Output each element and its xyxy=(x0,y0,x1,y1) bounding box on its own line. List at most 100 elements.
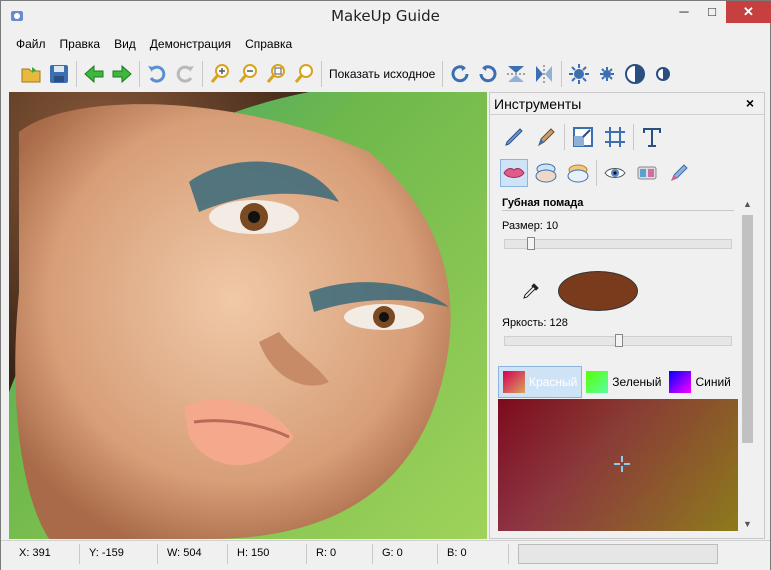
brightness-value: 128 xyxy=(549,317,568,329)
status-x: X: 391 xyxy=(19,547,51,559)
scrollbar-thumb[interactable] xyxy=(742,215,753,443)
menu-view[interactable]: Вид xyxy=(107,34,143,56)
zoom-fit-icon xyxy=(266,64,285,83)
tab-green-label: Зеленый xyxy=(612,375,662,389)
brightness-up-button[interactable] xyxy=(568,63,590,85)
toolbar-separator xyxy=(442,61,444,87)
mascara-pencil-icon xyxy=(671,164,688,181)
undo-button[interactable] xyxy=(146,63,168,85)
photo-canvas[interactable] xyxy=(9,92,487,539)
undo-icon xyxy=(148,65,166,83)
brightness-slider-thumb[interactable] xyxy=(615,334,623,347)
section-title: Губная помада xyxy=(502,197,584,209)
open-button[interactable] xyxy=(20,63,42,85)
red-gradient-icon xyxy=(503,371,525,393)
tools-panel-close-button[interactable]: × xyxy=(746,95,754,111)
blue-gradient-icon xyxy=(669,371,692,393)
tab-red[interactable]: Красный xyxy=(498,366,583,398)
size-slider-thumb[interactable] xyxy=(527,237,535,250)
status-divider xyxy=(306,544,307,564)
tab-red-label: Красный xyxy=(529,375,578,389)
arrow-right-icon xyxy=(112,64,132,84)
brightness-slider[interactable] xyxy=(504,334,732,347)
section-divider xyxy=(502,210,734,211)
tool-resize[interactable] xyxy=(569,123,597,151)
tool-pencil[interactable] xyxy=(500,123,528,151)
rotate-cw-button[interactable] xyxy=(449,63,471,85)
save-button[interactable] xyxy=(48,63,70,85)
tool-brush[interactable] xyxy=(532,123,560,151)
tab-blue[interactable]: Синий xyxy=(665,366,734,398)
eyedropper-icon[interactable] xyxy=(520,282,540,302)
contrast-up-button[interactable] xyxy=(624,63,646,85)
tab-blue-label: Синий xyxy=(695,375,731,389)
eye-icon xyxy=(604,168,626,178)
tools-panel-header: Инструменты × xyxy=(490,93,764,115)
scroll-down-icon[interactable]: ▼ xyxy=(740,519,755,533)
menu-edit[interactable]: Правка xyxy=(53,34,108,56)
contrast-small-icon xyxy=(656,67,671,81)
close-button[interactable]: ✕ xyxy=(726,1,771,23)
tool-eyeshadow[interactable] xyxy=(633,159,661,187)
zoom-actual-button[interactable] xyxy=(293,63,315,85)
sun-small-icon xyxy=(600,67,615,81)
toolbar-separator xyxy=(139,61,140,87)
tool-mascara[interactable] xyxy=(665,159,693,187)
zoom-fit-button[interactable] xyxy=(265,63,287,85)
redo-button[interactable] xyxy=(174,63,196,85)
forward-button[interactable] xyxy=(111,63,133,85)
size-slider[interactable] xyxy=(504,237,732,250)
window-title: MakeUp Guide xyxy=(331,7,440,25)
minimize-button[interactable]: ─ xyxy=(671,1,697,23)
panel-scrollbar[interactable]: ▲ ▼ xyxy=(740,199,755,533)
zoom-in-button[interactable] xyxy=(209,63,231,85)
toolbar: Показать исходное xyxy=(9,57,764,91)
rotate-ccw-button[interactable] xyxy=(477,63,499,85)
menu-demo[interactable]: Демонстрация xyxy=(143,34,238,56)
zoom-out-button[interactable] xyxy=(237,63,259,85)
menu-help[interactable]: Справка xyxy=(238,34,299,56)
scroll-up-icon[interactable]: ▲ xyxy=(740,199,755,213)
brightness-down-button[interactable] xyxy=(596,63,618,85)
tab-green[interactable]: Зеленый xyxy=(582,366,665,398)
status-blue: B: 0 xyxy=(447,547,467,559)
contrast-down-button[interactable] xyxy=(652,63,674,85)
rotate-ccw-icon xyxy=(479,65,497,83)
maximize-button[interactable]: □ xyxy=(699,1,725,23)
menu-file[interactable]: Файл xyxy=(9,34,53,56)
status-divider xyxy=(508,544,509,564)
status-bar: X: 391 Y: -159 W: 504 H: 150 R: 0 G: 0 B… xyxy=(1,540,770,570)
flip-horizontal-icon xyxy=(536,65,553,83)
panel-separator xyxy=(633,124,634,150)
powder-compact-icon xyxy=(567,164,589,183)
toolbar-separator xyxy=(76,61,77,87)
crosshair-icon xyxy=(614,456,630,472)
eyeshadow-palette-icon xyxy=(637,166,657,180)
tool-text[interactable] xyxy=(638,123,666,151)
size-label: Размер: 10 xyxy=(502,220,559,232)
tool-crop[interactable] xyxy=(601,123,629,151)
flip-horizontal-button[interactable] xyxy=(533,63,555,85)
text-t-icon xyxy=(643,128,661,147)
flip-vertical-button[interactable] xyxy=(505,63,527,85)
face-photo-image xyxy=(9,92,451,539)
tool-category-row xyxy=(498,123,668,151)
tool-lipstick[interactable] xyxy=(500,159,528,187)
status-divider xyxy=(79,544,80,564)
back-button[interactable] xyxy=(83,63,105,85)
panel-separator xyxy=(596,160,597,186)
tool-powder[interactable] xyxy=(564,159,592,187)
tool-blush[interactable] xyxy=(532,159,560,187)
resize-icon xyxy=(573,127,593,147)
color-picker-area[interactable] xyxy=(498,399,738,531)
size-value: 10 xyxy=(545,220,559,232)
green-gradient-icon xyxy=(586,371,609,393)
status-divider xyxy=(157,544,158,564)
show-original-button[interactable]: Показать исходное xyxy=(329,67,435,81)
tool-eye[interactable] xyxy=(601,159,629,187)
sun-large-icon xyxy=(569,64,590,84)
color-swatch[interactable] xyxy=(558,271,638,311)
status-height: H: 150 xyxy=(237,547,270,559)
pencil-icon xyxy=(505,128,523,146)
title-bar: MakeUp Guide ─ □ ✕ xyxy=(1,1,771,32)
